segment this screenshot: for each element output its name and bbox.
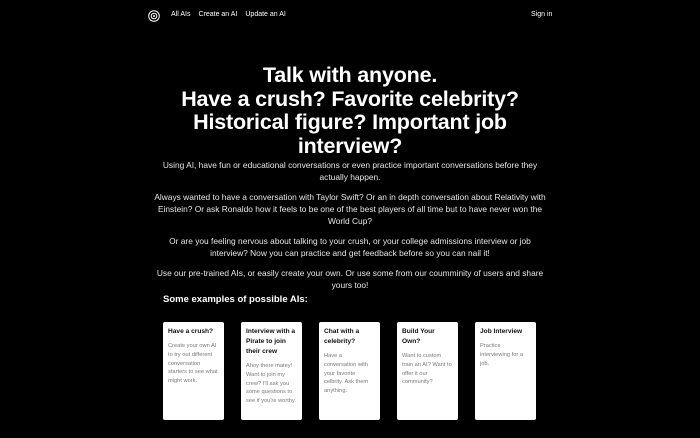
card-title: Interview with a Pirate to join their cr…: [246, 328, 296, 355]
example-card-pirate[interactable]: Interview with a Pirate to join their cr…: [241, 322, 302, 420]
example-card-celebrity[interactable]: Chat with a celebrity? Have a conversati…: [319, 322, 380, 420]
sign-in-link[interactable]: Sign in: [531, 11, 552, 18]
card-title: Have a crush?: [168, 328, 214, 335]
card-description: Want to custom train an AI? Want to offe…: [402, 353, 452, 386]
nav-links: All AIs Create an AI Update an AI: [171, 11, 286, 18]
intro-text: Using AI, have fun or educational conver…: [150, 159, 550, 299]
intro-paragraph: Or are you feeling nervous about talking…: [169, 236, 531, 258]
intro-paragraph: Using AI, have fun or educational conver…: [162, 160, 538, 182]
top-nav: All AIs Create an AI Update an AI Sign i…: [0, 0, 700, 30]
card-description: Have a conversation with your favorite c…: [324, 353, 369, 395]
card-description: Ahoy there matey! Want to join my crew? …: [246, 363, 296, 405]
example-cards: Have a crush? Create your own AI to try …: [163, 322, 536, 420]
card-title: Chat with a celebrity?: [324, 328, 360, 345]
card-title: Build Your Own?: [402, 328, 435, 345]
card-description: Create your own AI to try out different …: [168, 343, 218, 385]
hero-title: Talk with anyone. Have a crush? Favorite…: [120, 63, 580, 158]
nav-link-update-ai[interactable]: Update an AI: [245, 11, 285, 18]
example-card-build-own[interactable]: Build Your Own? Want to custom train an …: [397, 322, 458, 420]
hero: Talk with anyone. Have a crush? Favorite…: [120, 63, 580, 158]
openai-logo-icon[interactable]: [148, 9, 160, 22]
hero-title-line: Historical figure? Important job: [193, 110, 507, 134]
nav-link-all-ais[interactable]: All AIs: [171, 11, 190, 18]
hero-title-line: Talk with anyone.: [262, 63, 438, 87]
intro-paragraph: Always wanted to have a conversation wit…: [154, 192, 546, 226]
example-card-job-interview[interactable]: Job Interview Practice interviewing for …: [475, 322, 536, 420]
hero-title-line: Have a crush? Favorite celebrity?: [181, 86, 519, 111]
nav-link-create-ai[interactable]: Create an AI: [198, 11, 237, 18]
intro-paragraph: Use our pre-trained AIs, or easily creat…: [156, 268, 544, 290]
examples-heading: Some examples of possible AIs:: [163, 294, 308, 305]
hero-title-line: interview?: [297, 133, 403, 158]
card-title: Job Interview: [480, 328, 523, 335]
example-card-crush[interactable]: Have a crush? Create your own AI to try …: [163, 322, 224, 420]
card-description: Practice interviewing for a job.: [480, 343, 523, 367]
